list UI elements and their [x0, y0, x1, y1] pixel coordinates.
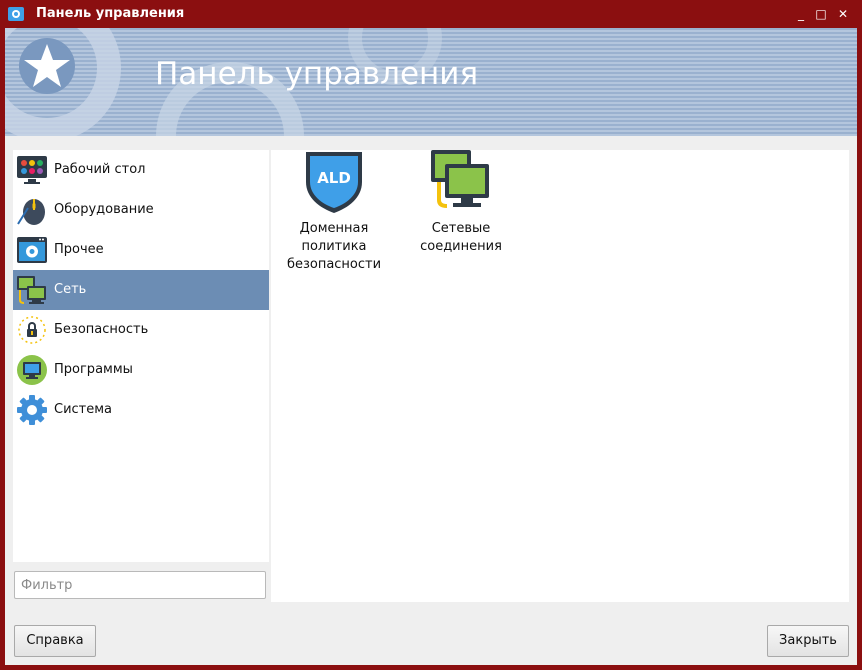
category-label: Система — [54, 402, 113, 417]
category-item-system[interactable]: Система — [13, 390, 269, 430]
close-window-button[interactable]: ✕ — [834, 5, 852, 23]
ald-badge-text: ALD — [317, 169, 351, 187]
category-item-desktop[interactable]: Рабочий стол — [13, 150, 269, 190]
category-label: Рабочий стол — [54, 162, 146, 177]
banner-heading: Панель управления — [155, 56, 479, 92]
category-label: Оборудование — [54, 202, 154, 217]
maximize-button[interactable]: □ — [812, 5, 830, 23]
title-bar[interactable]: Панель управления _ □ ✕ — [0, 0, 862, 28]
category-item-hardware[interactable]: Оборудование — [13, 190, 269, 230]
network-connections-icon — [431, 150, 489, 208]
close-button[interactable]: Закрыть — [767, 625, 849, 657]
system-gear-icon — [17, 395, 47, 425]
category-list: Рабочий стол Оборудование Прочее Сеть Бе… — [13, 150, 269, 562]
category-label: Программы — [54, 362, 133, 377]
category-item-network[interactable]: Сеть — [13, 270, 269, 310]
applet-domain-security-policy[interactable]: ALD Доменная политика безопасности — [279, 150, 389, 274]
category-label: Сеть — [54, 282, 87, 297]
category-label: Безопасность — [54, 322, 149, 337]
minimize-button[interactable]: _ — [792, 5, 810, 23]
applet-network-connections[interactable]: Сетевые соединения — [406, 150, 516, 256]
help-button[interactable]: Справка — [14, 625, 96, 657]
category-label: Прочее — [54, 242, 104, 257]
applet-label: Доменная политика безопасности — [286, 221, 382, 272]
network-icon — [17, 276, 46, 304]
desktop-icon — [17, 156, 47, 184]
hardware-mouse-icon — [17, 199, 45, 225]
star-logo-icon — [19, 38, 75, 94]
category-item-security[interactable]: Безопасность — [13, 310, 269, 350]
window-client-area: Панель управления Рабочий стол Оборудова… — [5, 28, 857, 665]
control-panel-app-icon — [8, 7, 24, 21]
programs-monitor-icon — [17, 355, 47, 385]
header-banner: Панель управления — [5, 28, 857, 136]
window-title: Панель управления — [36, 6, 185, 21]
security-lock-icon — [18, 316, 46, 344]
ald-shield-icon: ALD — [306, 152, 362, 213]
control-panel-window: Панель управления _ □ ✕ Панель управлени… — [0, 0, 862, 670]
category-item-misc[interactable]: Прочее — [13, 230, 269, 270]
misc-gear-window-icon — [17, 237, 47, 263]
applet-label: Сетевые соединения — [420, 221, 502, 254]
applet-grid: ALD Доменная политика безопасности Сетев… — [271, 150, 849, 602]
filter-input[interactable] — [14, 571, 266, 599]
category-item-programs[interactable]: Программы — [13, 350, 269, 390]
